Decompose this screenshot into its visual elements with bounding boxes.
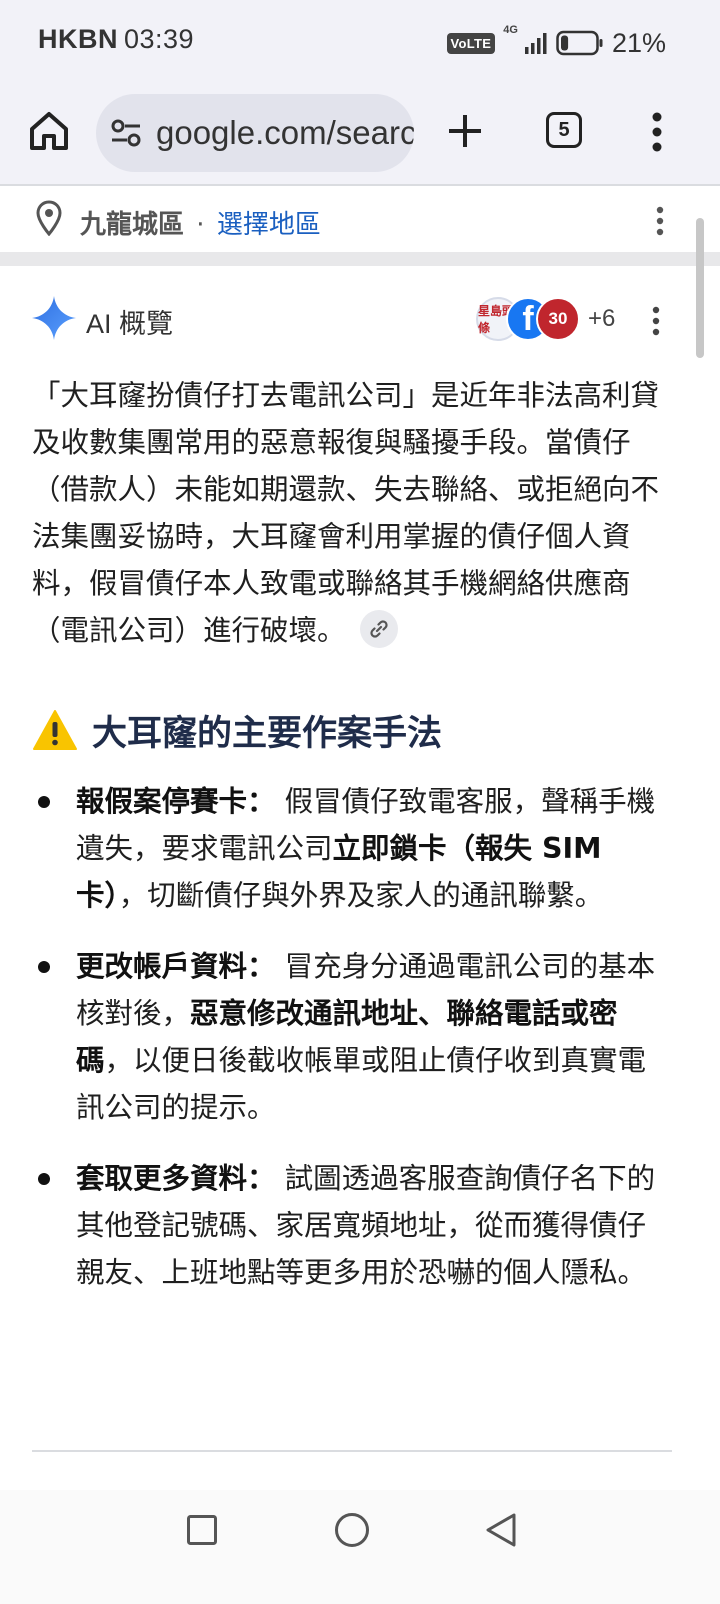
back-triangle-icon[interactable]	[484, 1512, 518, 1548]
list-item: 更改帳戶資料： 冒充身分通過電訊公司的基本核對後，惡意修改通訊地址、聯絡電話或密…	[32, 943, 674, 1131]
link-icon	[369, 620, 388, 638]
gemini-sparkle-icon	[32, 296, 76, 340]
choose-region-link[interactable]: 選擇地區	[217, 210, 321, 240]
home-circle-icon[interactable]	[334, 1512, 370, 1548]
content-divider	[32, 1450, 672, 1452]
source-label: 30	[548, 309, 568, 328]
status-right: VoLTE 4G 21%	[446, 24, 666, 60]
bullet-text: ，切斷債仔與外界及家人的通訊聯繫。	[118, 879, 604, 912]
location-text: 九龍城區 · 選擇地區	[80, 204, 321, 241]
volte-badge: VoLTE	[446, 32, 496, 54]
status-left: HKBN 03:39	[38, 24, 194, 55]
location-separator: ·	[196, 210, 205, 240]
carrier-name: HKBN	[38, 24, 118, 54]
clock: 03:39	[124, 24, 195, 54]
source-label: f	[522, 299, 534, 338]
source-avatar[interactable]: 30	[536, 297, 580, 341]
system-nav-bar	[0, 1490, 720, 1604]
bullet-title: 報假案停賽卡：	[76, 785, 276, 818]
list-item: 套取更多資料： 試圖透過客服查詢債仔名下的其他登記號碼、家居寬頻地址，從而獲得債…	[32, 1155, 674, 1296]
more-vert-icon[interactable]	[654, 206, 666, 236]
home-icon[interactable]	[26, 108, 72, 154]
scrollbar-thumb[interactable]	[696, 218, 704, 358]
source-avatars[interactable]: 星島頭條 f 30 +6	[476, 296, 615, 342]
tune-icon[interactable]	[110, 118, 142, 148]
tactics-list: 報假案停賽卡： 假冒債仔致電客服，聲稱手機遺失，要求電訊公司立即鎖卡（報失 SI…	[32, 778, 674, 1320]
section-divider	[0, 252, 720, 266]
bullet-text: ，以便日後截收帳單或阻止債仔收到真實電訊公司的提示。	[76, 1044, 647, 1124]
signal-icon	[524, 33, 547, 54]
location-pin-icon	[36, 200, 62, 236]
battery-icon	[556, 30, 603, 56]
more-vert-icon[interactable]	[650, 112, 664, 152]
bullet-title: 套取更多資料：	[76, 1162, 276, 1195]
warning-icon	[33, 710, 77, 750]
recent-apps-icon[interactable]	[186, 1514, 218, 1546]
intro-text: 「大耳窿扮債仔打去電訊公司」是近年非法高利貸及收數集團常用的惡意報復與騷擾手段。…	[32, 379, 660, 647]
address-bar[interactable]: google.com/search	[96, 94, 414, 172]
source-link-button[interactable]	[359, 610, 398, 648]
more-sources-count[interactable]: +6	[588, 305, 615, 333]
location-place: 九龍城區	[80, 210, 185, 240]
tab-count: 5	[558, 118, 570, 141]
list-item: 報假案停賽卡： 假冒債仔致電客服，聲稱手機遺失，要求電訊公司立即鎖卡（報失 SI…	[32, 778, 674, 919]
browser-toolbar: google.com/search 5	[0, 88, 720, 186]
plus-icon[interactable]	[446, 112, 484, 150]
more-vert-icon[interactable]	[650, 306, 662, 336]
status-bar: HKBN 03:39 VoLTE 4G 21%	[0, 0, 720, 88]
location-row: 九龍城區 · 選擇地區	[0, 188, 720, 252]
section-title: 大耳窿的主要作案手法	[92, 713, 443, 754]
battery-percent: 21%	[611, 27, 666, 58]
section-heading: 大耳窿的主要作案手法	[32, 700, 442, 760]
url-text: google.com/search	[156, 114, 414, 151]
ai-overview-title: AI 概覽	[86, 309, 174, 339]
ai-overview-intro: 「大耳窿扮債仔打去電訊公司」是近年非法高利貸及收數集團常用的惡意報復與騷擾手段。…	[32, 372, 672, 654]
bullet-title: 更改帳戶資料：	[76, 950, 276, 983]
tab-switcher-button[interactable]: 5	[546, 112, 582, 148]
network-type: 4G	[503, 24, 518, 36]
